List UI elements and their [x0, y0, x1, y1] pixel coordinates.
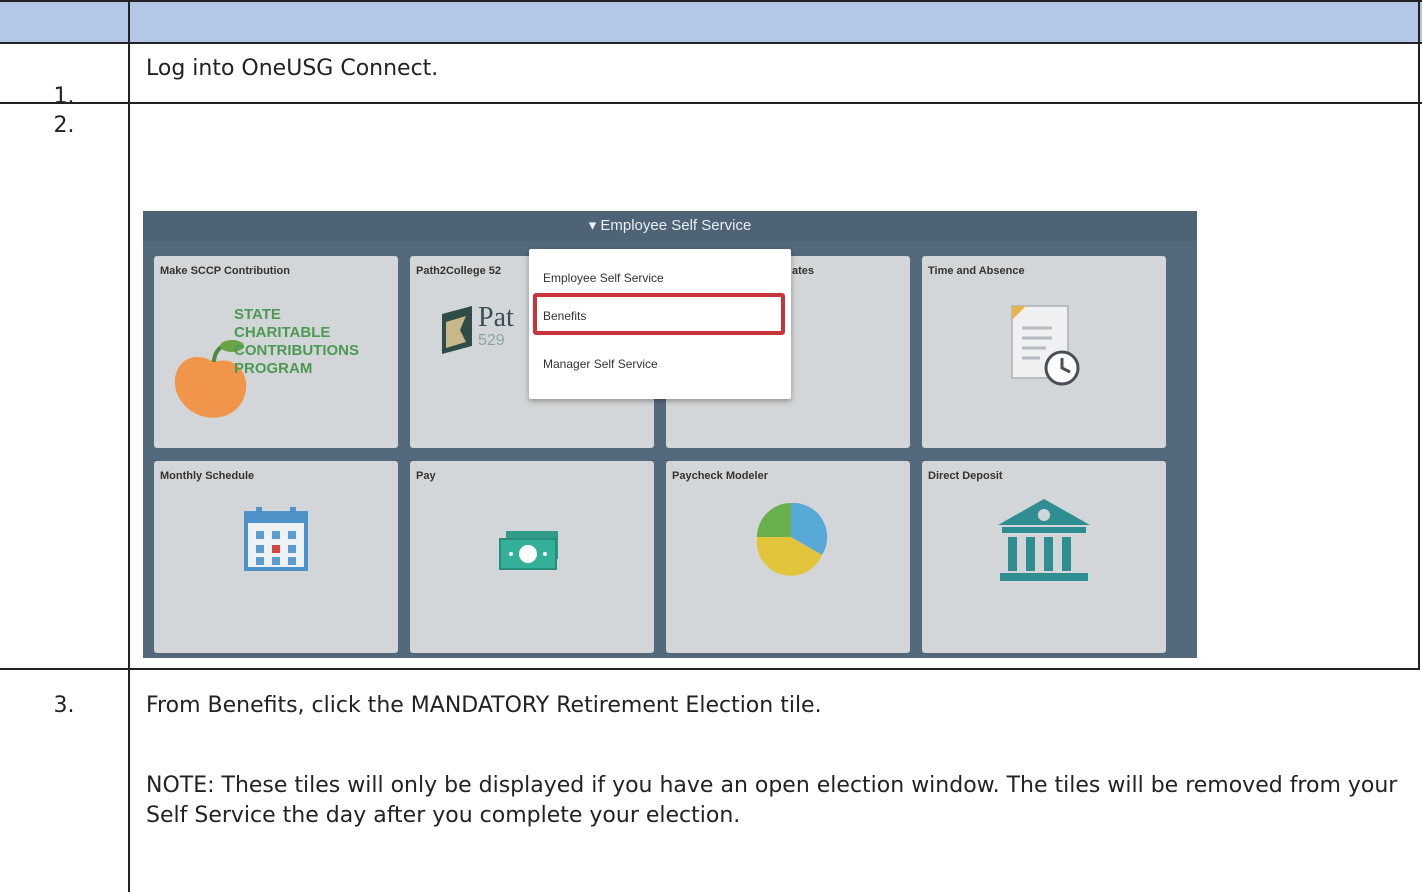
money-icon: [410, 489, 654, 649]
peach-logo-icon: STATE CHARITABLE CONTRIBUTIONS PROGRAM: [154, 284, 398, 444]
sccp-logo-line: STATE: [234, 306, 281, 323]
tile-title: Monthly Schedule: [160, 470, 255, 482]
menu-item-benefits[interactable]: Benefits: [543, 309, 586, 323]
tile: Pay: [410, 461, 654, 653]
menu-item-manager-self-service[interactable]: Manager Self Service: [543, 357, 658, 371]
tile-title: Make SCCP Contribution: [160, 265, 290, 277]
menu-item-employee-self-service[interactable]: Employee Self Service: [543, 271, 664, 285]
tile: Make SCCP Contribution STATE CHARITABLE …: [154, 256, 398, 448]
tile: Time and Absence: [922, 256, 1166, 448]
step-number: 1.: [53, 84, 75, 109]
screenshot-header: ▾ Employee Self Service: [143, 211, 1197, 241]
right-border: [1418, 0, 1420, 670]
sccp-logo-line: CONTRIBUTIONS: [234, 342, 359, 359]
sccp-logo-line: CHARITABLE: [234, 324, 331, 341]
path-logo-text: Pat: [478, 302, 514, 333]
step-number: 2.: [53, 113, 75, 138]
tile-title: Path2College 52: [416, 265, 501, 277]
tile: Direct Deposit: [922, 461, 1166, 653]
tile-title: Time and Absence: [928, 265, 1025, 277]
bank-icon: [922, 489, 1166, 649]
sccp-logo-line: PROGRAM: [234, 360, 313, 377]
step-note: NOTE: These tiles will only be displayed…: [146, 773, 1398, 828]
table-header-row: [0, 0, 1422, 44]
tile: Monthly Schedule: [154, 461, 398, 653]
embedded-screenshot: ▾ Employee Self Service Make SCCP Contri…: [143, 211, 1197, 658]
step-text: Log into OneUSG Connect.: [146, 56, 439, 81]
instructions-table: 1. Log into OneUSG Connect. 2. ▾ Employe…: [0, 0, 1422, 892]
step-number: 3.: [53, 693, 75, 718]
tile-title: Pay: [416, 470, 436, 482]
tile-title: ates: [792, 265, 815, 277]
row-divider: [0, 102, 1422, 104]
tile-title: Direct Deposit: [928, 470, 1003, 482]
pie-chart-icon: [666, 489, 910, 649]
calendar-icon: [154, 489, 398, 649]
homepage-dropdown-menu: Employee Self Service Benefits Manager S…: [529, 249, 791, 399]
row-divider: [0, 668, 1420, 670]
document-clock-icon: [922, 284, 1166, 444]
column-divider: [128, 0, 130, 892]
tile-title: Paycheck Modeler: [672, 470, 768, 482]
step-text: From Benefits, click the MANDATORY Retir…: [146, 693, 822, 718]
path-logo-sub: 529: [478, 332, 505, 349]
tile: Paycheck Modeler: [666, 461, 910, 653]
